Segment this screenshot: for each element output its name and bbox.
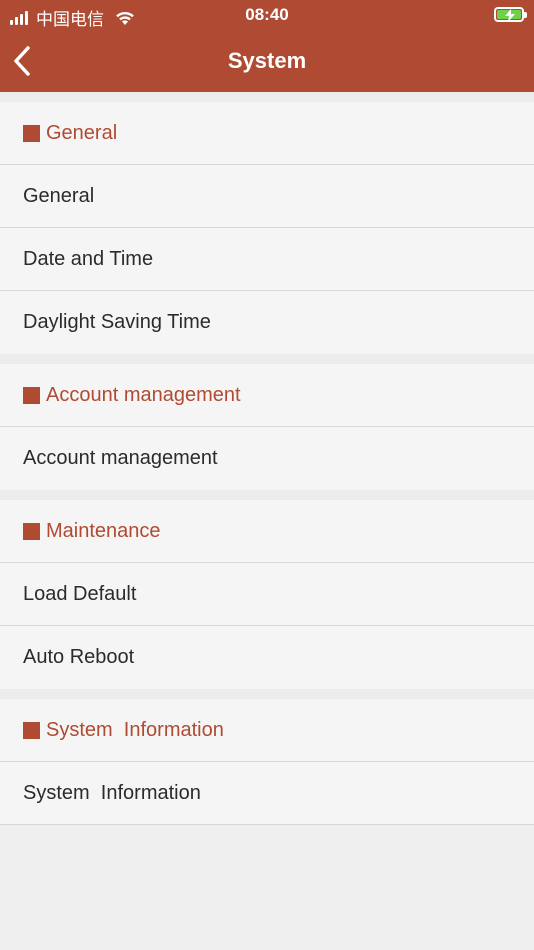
list-item-account-management[interactable]: Account management: [0, 427, 534, 490]
list-item-auto-reboot[interactable]: Auto Reboot: [0, 626, 534, 689]
section-title: Account management: [46, 383, 241, 406]
section-header-system-information: System Information: [0, 699, 534, 762]
list-item-general[interactable]: General: [0, 165, 534, 228]
section-header-account-management: Account management: [0, 364, 534, 427]
settings-list: General General Date and Time Daylight S…: [0, 92, 534, 825]
page-title: System: [227, 48, 307, 73]
section-title: Maintenance: [46, 519, 161, 542]
battery-icon: [494, 7, 527, 22]
list-item-date-and-time[interactable]: Date and Time: [0, 228, 534, 291]
top-bar: 中国电信 08:40 System: [0, 0, 534, 92]
section-marker-icon: [23, 522, 40, 540]
section-gap: [0, 689, 534, 699]
section-title: General: [46, 121, 118, 144]
section-gap: [0, 92, 534, 102]
section-header-general: General: [0, 102, 534, 165]
list-item-daylight-saving-time[interactable]: Daylight Saving Time: [0, 291, 534, 354]
list-item-load-default[interactable]: Load Default: [0, 563, 534, 626]
nav-bar: System: [0, 30, 534, 92]
section-marker-icon: [23, 124, 40, 142]
status-time: 08:40: [245, 5, 289, 24]
section-gap: [0, 354, 534, 364]
section-header-maintenance: Maintenance: [0, 500, 534, 563]
status-bar: 中国电信 08:40: [0, 0, 534, 30]
section-gap: [0, 490, 534, 500]
section-marker-icon: [23, 386, 40, 404]
list-item-system-information[interactable]: System Information: [0, 762, 534, 825]
section-marker-icon: [23, 721, 40, 739]
section-title: System Information: [46, 718, 224, 741]
